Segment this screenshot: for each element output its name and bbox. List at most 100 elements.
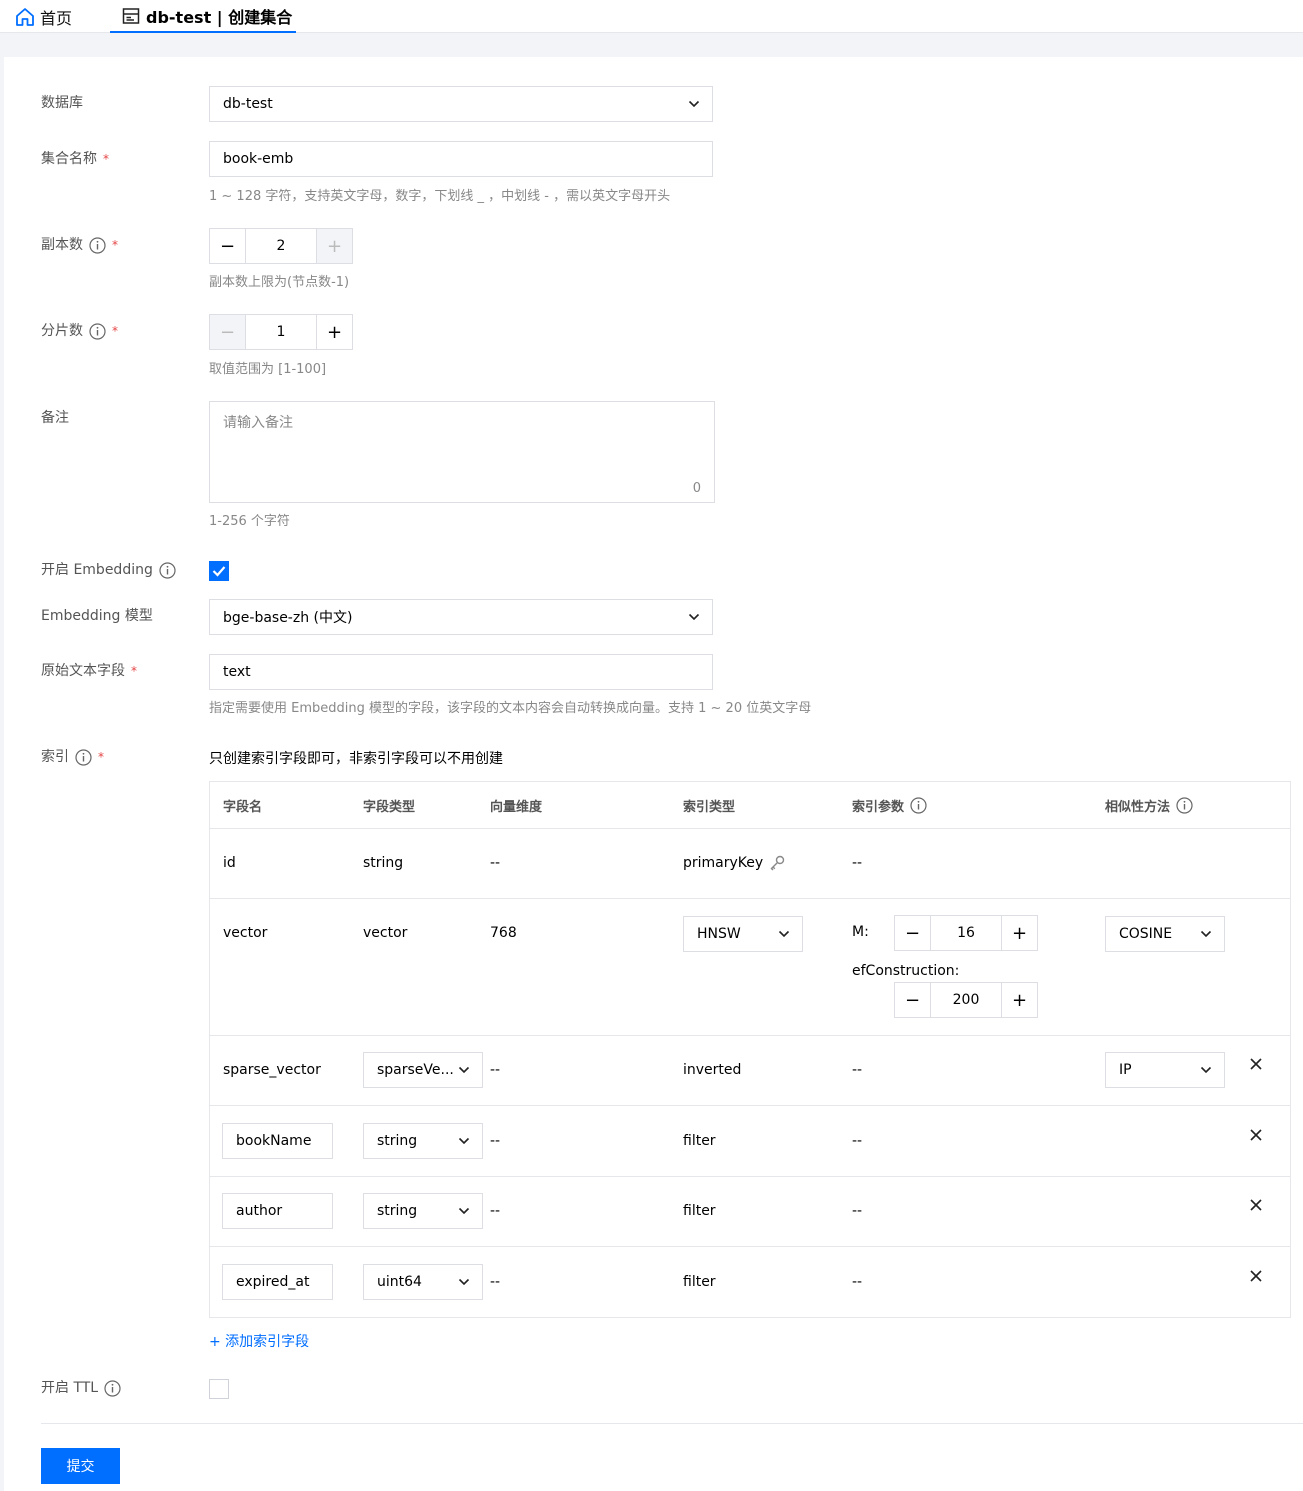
shards-value[interactable]: 1 [246, 315, 316, 349]
param-ef-value[interactable]: 200 [931, 983, 1001, 1017]
chevron-down-icon [778, 930, 790, 938]
cell-index-type: inverted [683, 1062, 742, 1078]
close-icon[interactable] [1250, 1058, 1262, 1070]
index-hint: 只创建索引字段即可，非索引字段可以不用创建 [209, 751, 503, 767]
remark-label: 备注 [41, 410, 69, 426]
cell-dimension: -- [490, 1203, 501, 1219]
info-icon[interactable] [89, 322, 106, 340]
ttl-checkbox[interactable] [209, 1379, 229, 1399]
cell-dimension: -- [490, 1132, 501, 1149]
divider [41, 1423, 1303, 1424]
check-icon [212, 566, 226, 577]
cell-field-name: id [223, 855, 236, 871]
database-select[interactable]: db-test [209, 86, 713, 122]
cell-dimension: -- [490, 855, 501, 871]
chevron-down-icon [1200, 930, 1212, 938]
tab-create-collection[interactable]: db-test | 创建集合 [110, 0, 296, 33]
chevron-down-icon [688, 100, 700, 108]
chevron-down-icon [458, 1066, 470, 1074]
embedding-model-select[interactable]: bge-base-zh (中文) [209, 599, 713, 635]
info-icon[interactable] [159, 561, 176, 579]
cell-index-type: filter [683, 1132, 716, 1149]
replicas-label: 副本数 * [41, 236, 118, 254]
key-icon [770, 855, 785, 871]
cell-index-params: -- [852, 1274, 863, 1290]
info-icon[interactable] [75, 748, 92, 766]
collection-name-help: 1 ~ 128 字符，支持英文字母，数字，下划线 _ ，中划线 - ，需以英文字… [209, 189, 671, 204]
row-divider [210, 898, 1290, 899]
embedding-model-value: bge-base-zh (中文) [223, 610, 353, 626]
embedding-checkbox[interactable] [209, 561, 229, 581]
cell-field-name: sparse_vector [223, 1062, 321, 1078]
similarity-select[interactable]: COSINE [1105, 916, 1225, 952]
shards-label: 分片数 * [41, 322, 118, 340]
field-type-select[interactable]: string [363, 1193, 483, 1229]
raw-text-field-input[interactable]: text [209, 654, 713, 690]
chevron-down-icon [688, 613, 700, 621]
ttl-label: 开启 TTL [41, 1378, 121, 1398]
info-icon[interactable] [1176, 796, 1193, 814]
field-type-select[interactable]: sparseVe... [363, 1052, 483, 1088]
header-dimension: 向量维度 [490, 799, 543, 815]
cell-field-name: vector [223, 925, 268, 941]
decrement-button[interactable]: − [210, 315, 246, 349]
cell-index-params: -- [852, 1203, 863, 1219]
increment-button[interactable]: + [316, 229, 352, 263]
param-ef-label: efConstruction: [852, 963, 960, 979]
tab-home[interactable]: 首页 [14, 0, 72, 33]
decrement-button[interactable]: − [895, 916, 931, 950]
index-type-select[interactable]: HNSW [683, 916, 803, 952]
submit-button[interactable]: 提交 [41, 1448, 120, 1484]
cell-dimension: 768 [490, 925, 517, 941]
decrement-button[interactable]: − [895, 983, 931, 1017]
increment-button[interactable]: + [1001, 916, 1037, 950]
increment-button[interactable]: + [1001, 983, 1037, 1017]
replicas-value[interactable]: 2 [246, 229, 316, 263]
cell-dimension: -- [490, 1274, 501, 1290]
info-icon[interactable] [910, 796, 927, 814]
close-icon[interactable] [1250, 1129, 1262, 1141]
cell-index-params: -- [852, 1132, 863, 1149]
field-name-input[interactable]: bookName [222, 1123, 333, 1159]
header-field-type: 字段类型 [363, 799, 416, 815]
param-m-value[interactable]: 16 [931, 916, 1001, 950]
info-icon[interactable] [104, 1379, 121, 1397]
tab-bar: 首页 db-test | 创建集合 [0, 0, 1303, 33]
remark-help: 1-256 个字符 [209, 514, 290, 529]
decrement-button[interactable]: − [210, 229, 246, 263]
required-mark: * [103, 152, 109, 166]
close-icon[interactable] [1250, 1199, 1262, 1211]
database-label: 数据库 [41, 95, 83, 111]
cell-index-params: -- [852, 1062, 863, 1078]
raw-text-field-help: 指定需要使用 Embedding 模型的字段，该字段的文本内容会自动转换成向量。… [209, 701, 812, 716]
collection-name-input[interactable]: book-emb [209, 141, 713, 177]
shards-stepper: − 1 + [209, 314, 353, 350]
header-index-type: 索引类型 [683, 799, 736, 815]
close-icon[interactable] [1250, 1270, 1262, 1282]
chevron-down-icon [458, 1137, 470, 1145]
remark-placeholder: 请输入备注 [223, 415, 293, 431]
required-mark: * [131, 664, 137, 678]
index-label: 索引 * [41, 748, 104, 766]
cell-field-type: string [363, 855, 404, 871]
raw-text-field-label: 原始文本字段 * [41, 663, 137, 679]
remark-textarea[interactable]: 请输入备注 0 [209, 401, 715, 503]
field-name-input[interactable]: expired_at [222, 1264, 333, 1300]
replicas-help: 副本数上限为(节点数-1) [209, 275, 350, 290]
chevron-down-icon [458, 1278, 470, 1286]
add-index-field-link[interactable]: + 添加索引字段 [209, 1331, 309, 1351]
required-mark: * [98, 750, 104, 764]
info-icon[interactable] [89, 236, 106, 254]
field-type-select[interactable]: string [363, 1123, 483, 1159]
row-divider [210, 1176, 1290, 1177]
field-type-select[interactable]: uint64 [363, 1264, 483, 1300]
index-table: 字段名 字段类型 向量维度 索引类型 索引参数 相似性方法 id string … [209, 781, 1291, 1318]
similarity-select[interactable]: IP [1105, 1052, 1225, 1088]
cell-dimension: -- [490, 1062, 501, 1078]
param-m-label: M: [852, 924, 869, 940]
cell-index-type: filter [683, 1274, 716, 1290]
required-mark: * [112, 324, 118, 338]
row-divider [210, 1035, 1290, 1036]
field-name-input[interactable]: author [222, 1193, 333, 1229]
increment-button[interactable]: + [316, 315, 352, 349]
